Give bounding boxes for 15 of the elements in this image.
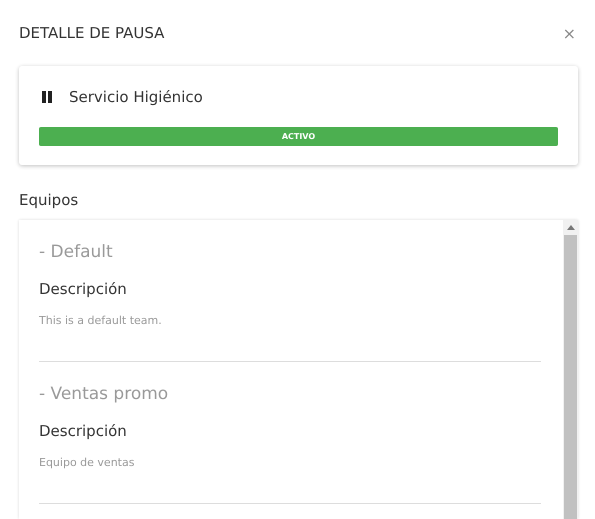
description-label: Descripción [39, 422, 128, 440]
team-name: - Default [39, 242, 114, 262]
scroll-up-icon[interactable] [566, 225, 574, 230]
dialog-title: DETALLE DE PAUSA [19, 24, 164, 42]
pause-name: Servicio Higiénico [69, 88, 203, 106]
scrollbar-thumb[interactable] [564, 235, 577, 519]
description-text: Equipo de ventas [39, 456, 136, 469]
description-text: This is a default team. [39, 314, 163, 327]
close-button[interactable]: × [562, 24, 576, 42]
description-label: Descripción [39, 280, 128, 298]
section-heading: Equipos [19, 191, 80, 209]
pause-icon [41, 91, 53, 103]
scrollbar[interactable] [563, 220, 578, 519]
team-name: - Ventas promo [39, 384, 170, 404]
status-bar: ACTIVO [39, 127, 558, 146]
